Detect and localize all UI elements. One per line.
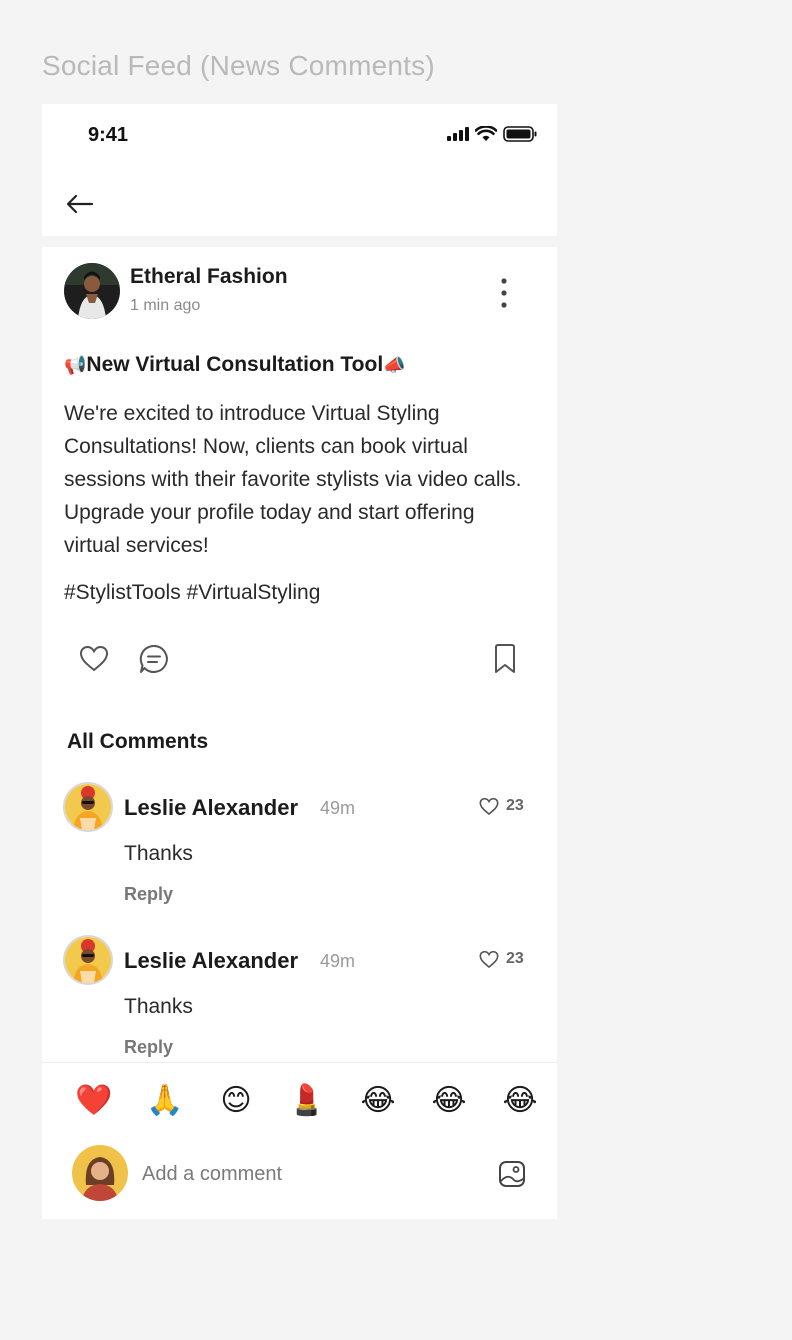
phone-screen: 9:41 Etheral Fashion 1 min ago 📢 New Vir… — [42, 104, 557, 1219]
reply-button[interactable]: Reply — [124, 1037, 173, 1058]
commenter-avatar[interactable] — [63, 935, 113, 985]
reaction-laugh[interactable]: 😂 — [500, 1081, 540, 1121]
megaphone-emoji-right: 📣 — [383, 354, 406, 375]
reply-button[interactable]: Reply — [124, 884, 173, 905]
author-name[interactable]: Etheral Fashion — [130, 265, 288, 289]
comment-input[interactable] — [140, 1155, 474, 1193]
comment-like-count: 23 — [506, 950, 524, 967]
signal-icon — [447, 127, 469, 141]
top-bar: 9:41 — [42, 104, 557, 236]
status-time: 9:41 — [88, 124, 129, 146]
more-options-icon[interactable] — [497, 277, 511, 309]
current-user-avatar[interactable] — [72, 1145, 128, 1201]
reaction-smile[interactable]: 😊 — [216, 1081, 256, 1121]
battery-icon — [503, 126, 537, 142]
post-title-text: New Virtual Consultation Tool — [86, 353, 384, 376]
reaction-heart[interactable]: ❤️ — [74, 1081, 114, 1121]
back-arrow-icon[interactable] — [64, 188, 96, 220]
commenter-avatar[interactable] — [63, 782, 113, 832]
reaction-laugh[interactable]: 😂 — [358, 1081, 398, 1121]
comment-like-button[interactable]: 23 — [478, 796, 524, 816]
author-avatar[interactable] — [64, 263, 120, 319]
comment-time: 49m — [320, 798, 356, 818]
comment-like-count: 23 — [506, 797, 524, 814]
post-body: We're excited to introduce Virtual Styli… — [64, 402, 522, 557]
comment-text: Thanks — [124, 842, 193, 865]
comment-icon[interactable] — [138, 643, 170, 675]
comment-text: Thanks — [124, 995, 193, 1018]
reaction-pray[interactable]: 🙏 — [145, 1081, 185, 1121]
post-title: 📢 New Virtual Consultation Tool 📣 — [64, 353, 406, 377]
post-card: Etheral Fashion 1 min ago 📢 New Virtual … — [42, 247, 557, 1064]
image-attach-icon[interactable] — [497, 1159, 527, 1189]
heart-icon — [479, 797, 499, 816]
commenter-name[interactable]: Leslie Alexander — [124, 795, 298, 821]
commenter-name[interactable]: Leslie Alexander — [124, 948, 298, 974]
comment-like-button[interactable]: 23 — [478, 949, 524, 969]
megaphone-emoji-left: 📢 — [64, 354, 87, 375]
page-title: Social Feed (News Comments) — [42, 50, 435, 81]
bookmark-icon[interactable] — [490, 643, 520, 675]
heart-icon — [479, 950, 499, 969]
comment-composer: ❤️ 🙏 😊 💄 😂 😂 😂 — [42, 1062, 557, 1219]
post-timestamp: 1 min ago — [130, 297, 201, 314]
all-comments-heading: All Comments — [67, 730, 209, 753]
wifi-icon — [475, 126, 497, 141]
post-hashtags[interactable]: #StylistTools #VirtualStyling — [64, 581, 320, 605]
reaction-lipstick[interactable]: 💄 — [287, 1081, 327, 1121]
comment-item: Leslie Alexander 49m 23 Thanks Reply — [42, 935, 557, 1064]
comment-item: Leslie Alexander 49m 23 Thanks Reply — [42, 782, 557, 912]
heart-icon[interactable] — [78, 643, 110, 675]
comment-time: 49m — [320, 951, 356, 971]
status-icons — [447, 126, 537, 142]
reaction-laugh[interactable]: 😂 — [429, 1081, 469, 1121]
